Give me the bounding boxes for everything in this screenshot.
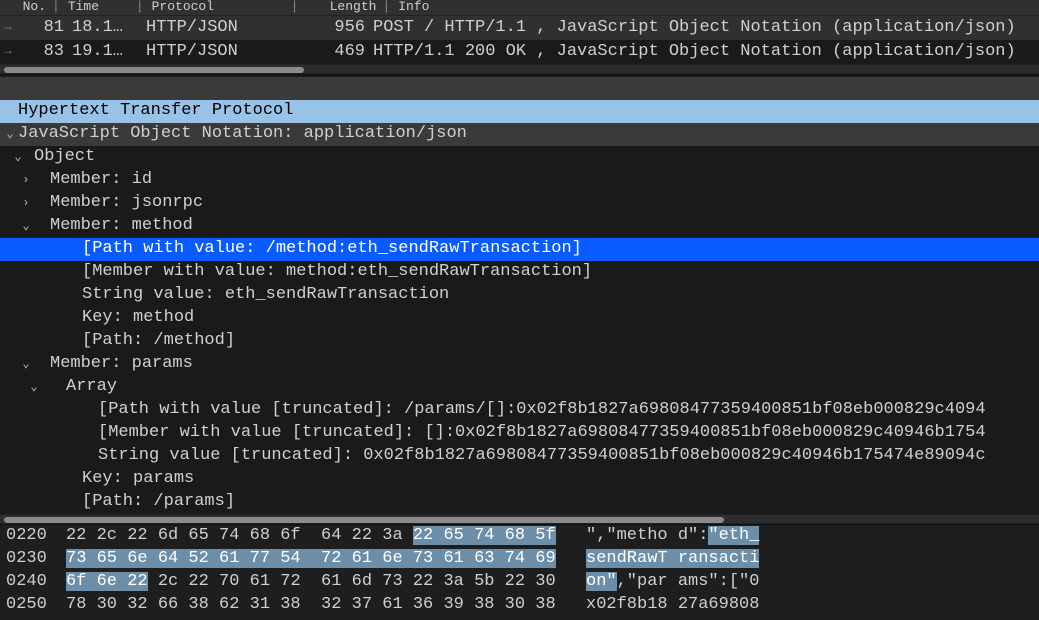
packet-info: POST / HTTP/1.1 , JavaScript Object Nota… [369, 16, 1039, 41]
col-header-time[interactable]: Time [62, 0, 136, 17]
tree-params-array[interactable]: ⌄ Array [0, 376, 1039, 399]
hex-bytes: 6f 6e 22 2c 22 70 61 72 61 6d 73 22 3a 5… [56, 570, 556, 595]
packet-no: 83 [16, 40, 68, 65]
tree-label: Object [34, 145, 95, 170]
col-header-info[interactable]: Info [392, 0, 1039, 17]
hex-offset: 0240 [0, 570, 56, 595]
tree-params-path-value[interactable]: [Path with value [truncated]: /params/[]… [0, 399, 1039, 422]
tree-label: [Member with value [truncated]: []:0x02f… [98, 421, 986, 446]
rightarrow-icon: → [0, 19, 16, 36]
col-header-length[interactable]: Length [300, 0, 382, 17]
packet-info: HTTP/1.1 200 OK , JavaScript Object Nota… [369, 40, 1039, 65]
tree-method-string-value[interactable]: String value: eth_sendRawTransaction [0, 284, 1039, 307]
hex-offset: 0230 [0, 547, 56, 572]
packet-row[interactable]: → 81 18.1… HTTP/JSON 956 POST / HTTP/1.1… [0, 16, 1039, 40]
scrollbar[interactable] [0, 64, 1039, 74]
packet-protocol: HTTP/JSON [142, 40, 287, 65]
tree-member-id[interactable]: › Member: id [0, 169, 1039, 192]
tree-method-path[interactable]: [Path: /method] [0, 330, 1039, 353]
chevron-right-icon: › [2, 172, 50, 189]
hex-bytes: 22 2c 22 6d 65 74 68 6f 64 22 3a 22 65 7… [56, 524, 556, 549]
chevron-down-icon: ⌄ [2, 379, 66, 396]
chevron-down-icon: ⌄ [2, 149, 34, 166]
tree-member-method[interactable]: ⌄ Member: method [0, 215, 1039, 238]
tree-label: [Path: /method] [82, 329, 235, 354]
hex-ascii: x02f8b18 27a69808 [556, 593, 759, 618]
tree-truncated-line [0, 77, 1039, 100]
chevron-down-icon: ⌄ [2, 218, 50, 235]
scrollbar-thumb[interactable] [4, 67, 304, 73]
hex-row[interactable]: 0230 73 65 6e 64 52 61 77 54 72 61 6e 73… [0, 548, 1039, 571]
tree-label: Member: params [50, 352, 193, 377]
tree-member-params[interactable]: ⌄ Member: params [0, 353, 1039, 376]
tree-label: String value [truncated]: 0x02f8b1827a69… [98, 444, 986, 469]
tree-label: [Path with value [truncated]: /params/[]… [98, 398, 986, 423]
chevron-right-icon: › [2, 103, 18, 120]
packet-no: 81 [16, 16, 68, 41]
tree-params-string-value[interactable]: String value [truncated]: 0x02f8b1827a69… [0, 445, 1039, 468]
packet-protocol: HTTP/JSON [142, 16, 287, 41]
hex-row[interactable]: 0220 22 2c 22 6d 65 74 68 6f 64 22 3a 22… [0, 525, 1039, 548]
tree-label: Key: params [82, 467, 194, 492]
tree-http[interactable]: › Hypertext Transfer Protocol [0, 100, 1039, 123]
tree-label: JavaScript Object Notation: application/… [18, 122, 467, 147]
rightarrow-icon: → [0, 43, 16, 60]
chevron-down-icon: ⌄ [2, 356, 50, 373]
tree-object[interactable]: ⌄ Object [0, 146, 1039, 169]
packet-row[interactable]: → 83 19.1… HTTP/JSON 469 HTTP/1.1 200 OK… [0, 40, 1039, 64]
col-header-protocol[interactable]: Protocol [146, 0, 291, 17]
tree-label: Member: method [50, 214, 193, 239]
tree-label: [Path: /params] [82, 490, 235, 514]
hex-row[interactable]: 0250 78 30 32 66 38 62 31 38 32 37 61 36… [0, 594, 1039, 617]
hex-bytes: 73 65 6e 64 52 61 77 54 72 61 6e 73 61 6… [56, 547, 556, 572]
hex-ascii: ","metho d":"eth_ [556, 524, 759, 549]
hex-ascii: sendRawT ransacti [556, 547, 759, 572]
tree-params-key[interactable]: Key: params [0, 468, 1039, 491]
tree-json[interactable]: ⌄ JavaScript Object Notation: applicatio… [0, 123, 1039, 146]
tree-label: Key: method [82, 306, 194, 331]
hex-offset: 0220 [0, 524, 56, 549]
details-pane[interactable]: › Hypertext Transfer Protocol ⌄ JavaScri… [0, 74, 1039, 514]
col-header-no[interactable]: No. [0, 0, 52, 17]
tree-method-member-value[interactable]: [Member with value: method:eth_sendRawTr… [0, 261, 1039, 284]
tree-label: [Member with value: method:eth_sendRawTr… [82, 260, 592, 285]
tree-label: String value: eth_sendRawTransaction [82, 283, 449, 308]
tree-label: Array [66, 375, 117, 400]
hex-bytes: 78 30 32 66 38 62 31 38 32 37 61 36 39 3… [56, 593, 556, 618]
tree-label: [Path with value: /method:eth_sendRawTra… [82, 237, 582, 262]
packet-list-header: No. | Time | Protocol | Length | Info [0, 0, 1039, 16]
scrollbar-thumb[interactable] [4, 517, 724, 523]
hex-offset: 0250 [0, 593, 56, 618]
packet-time: 18.1… [68, 16, 142, 41]
tree-params-path[interactable]: [Path: /params] [0, 491, 1039, 514]
packet-time: 19.1… [68, 40, 142, 65]
tree-params-member-value[interactable]: [Member with value [truncated]: []:0x02f… [0, 422, 1039, 445]
tree-label: Member: jsonrpc [50, 191, 203, 216]
tree-label: Member: id [50, 168, 152, 193]
tree-label: Hypertext Transfer Protocol [18, 99, 293, 124]
chevron-down-icon: ⌄ [2, 126, 18, 143]
hex-pane[interactable]: 0220 22 2c 22 6d 65 74 68 6f 64 22 3a 22… [0, 524, 1039, 620]
tree-member-jsonrpc[interactable]: › Member: jsonrpc [0, 192, 1039, 215]
hex-row[interactable]: 0240 6f 6e 22 2c 22 70 61 72 61 6d 73 22… [0, 571, 1039, 594]
tree-method-path-value[interactable]: [Path with value: /method:eth_sendRawTra… [0, 238, 1039, 261]
scrollbar[interactable] [0, 514, 1039, 524]
chevron-right-icon: › [2, 195, 50, 212]
packet-length: 956 [287, 16, 369, 41]
hex-ascii: on","par ams":["0 [556, 570, 759, 595]
packet-list[interactable]: → 81 18.1… HTTP/JSON 956 POST / HTTP/1.1… [0, 16, 1039, 64]
packet-length: 469 [287, 40, 369, 65]
tree-method-key[interactable]: Key: method [0, 307, 1039, 330]
